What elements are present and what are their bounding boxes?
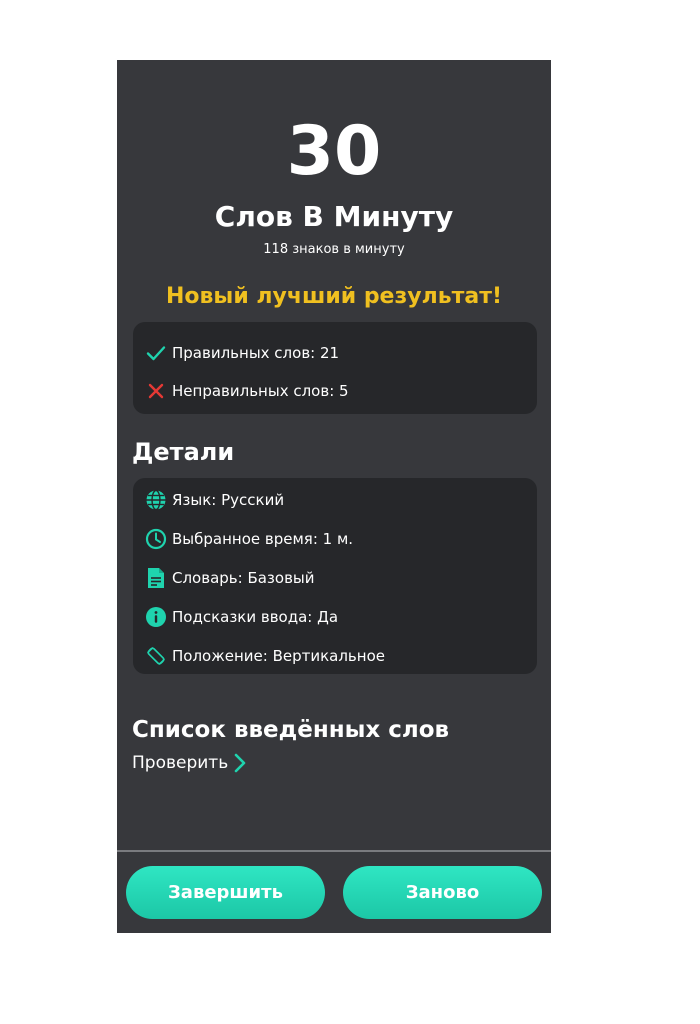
results-screen: 30 Слов В Минуту 118 знаков в минуту Нов…	[117, 60, 551, 933]
best-result-banner: Новый лучший результат!	[165, 284, 503, 309]
info-icon	[145, 606, 167, 628]
results-card: Правильных слов: 21 Неправильных слов: 5	[133, 322, 537, 414]
check-words-link[interactable]: Проверить	[132, 753, 246, 773]
details-orientation-text: Положение: Вертикальное	[172, 647, 385, 665]
document-icon	[145, 567, 167, 589]
incorrect-words-text: Неправильных слов: 5	[172, 382, 349, 400]
details-item-time: Выбранное время: 1 м.	[145, 524, 525, 554]
cross-icon	[145, 380, 167, 402]
clock-icon	[145, 528, 167, 550]
chevron-right-icon	[234, 753, 246, 773]
check-words-label: Проверить	[132, 753, 229, 773]
details-item-language: Язык: Русский	[145, 485, 525, 515]
restart-button[interactable]: Заново	[343, 866, 542, 919]
cpm-text: 118 знаков в минуту	[263, 242, 405, 257]
check-icon	[145, 342, 167, 364]
details-item-dictionary: Словарь: Базовый	[145, 563, 525, 593]
details-dictionary-text: Словарь: Базовый	[172, 569, 315, 587]
correct-words-row: Правильных слов: 21	[145, 338, 525, 368]
finish-button[interactable]: Завершить	[126, 866, 325, 919]
details-title: Детали	[132, 438, 235, 466]
globe-icon	[145, 489, 167, 511]
bottom-divider	[117, 850, 551, 852]
details-hints-text: Подсказки ввода: Да	[172, 608, 339, 626]
details-language-text: Язык: Русский	[172, 491, 285, 509]
details-item-hints: Подсказки ввода: Да	[145, 602, 525, 632]
typed-words-title: Список введённых слов	[132, 717, 450, 743]
correct-words-text: Правильных слов: 21	[172, 344, 340, 362]
wpm-value: 30	[286, 112, 382, 191]
details-time-text: Выбранное время: 1 м.	[172, 530, 354, 548]
incorrect-words-row: Неправильных слов: 5	[145, 376, 525, 406]
details-item-orientation: Положение: Вертикальное	[145, 641, 525, 671]
details-card: Язык: Русский Выбранное время: 1 м. Слов…	[133, 478, 537, 674]
wpm-label: Слов В Минуту	[214, 200, 454, 233]
rotate-icon	[145, 645, 167, 667]
